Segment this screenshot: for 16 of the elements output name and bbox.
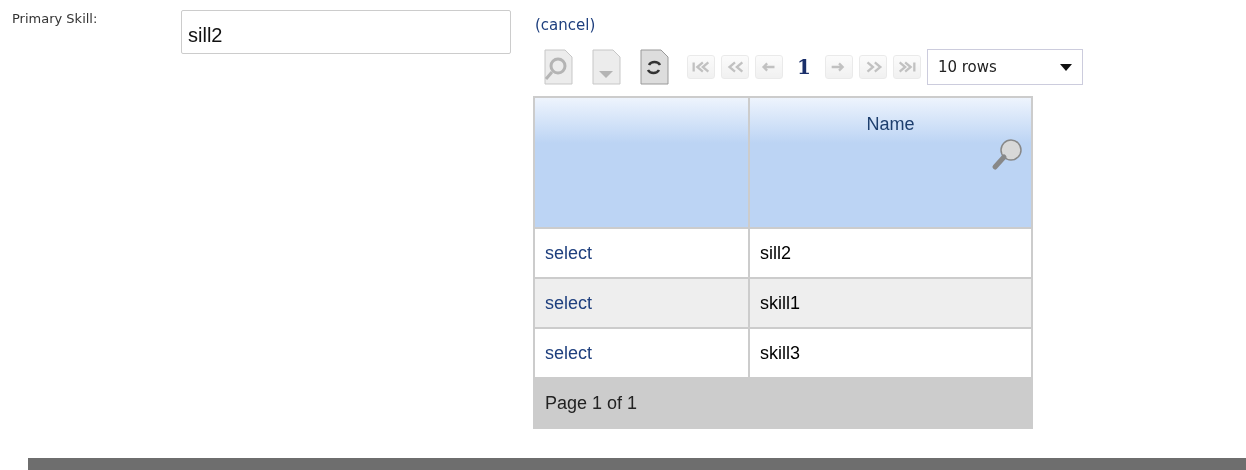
primary-skill-field[interactable]: sill2 (181, 10, 511, 54)
table-cell: skill1 (760, 292, 801, 313)
page-status: Page 1 of 1 (545, 392, 638, 413)
page-number: 1 (796, 55, 812, 79)
column-title: Name (866, 114, 915, 134)
caret-icon (1059, 63, 1072, 71)
rows-dropdown[interactable]: 10 rows (926, 49, 1083, 85)
refresh-icon[interactable] (639, 49, 669, 85)
field-label: Primary Skill: (12, 10, 99, 26)
magnifier-icon[interactable] (991, 138, 1023, 172)
cancel-link[interactable]: (cancel) (535, 16, 596, 34)
select-link[interactable]: select (545, 242, 593, 263)
select-link[interactable]: select (545, 342, 593, 363)
select-link[interactable]: select (545, 292, 593, 313)
table-cell: sill2 (760, 242, 792, 263)
table-cell: skill3 (760, 342, 801, 363)
